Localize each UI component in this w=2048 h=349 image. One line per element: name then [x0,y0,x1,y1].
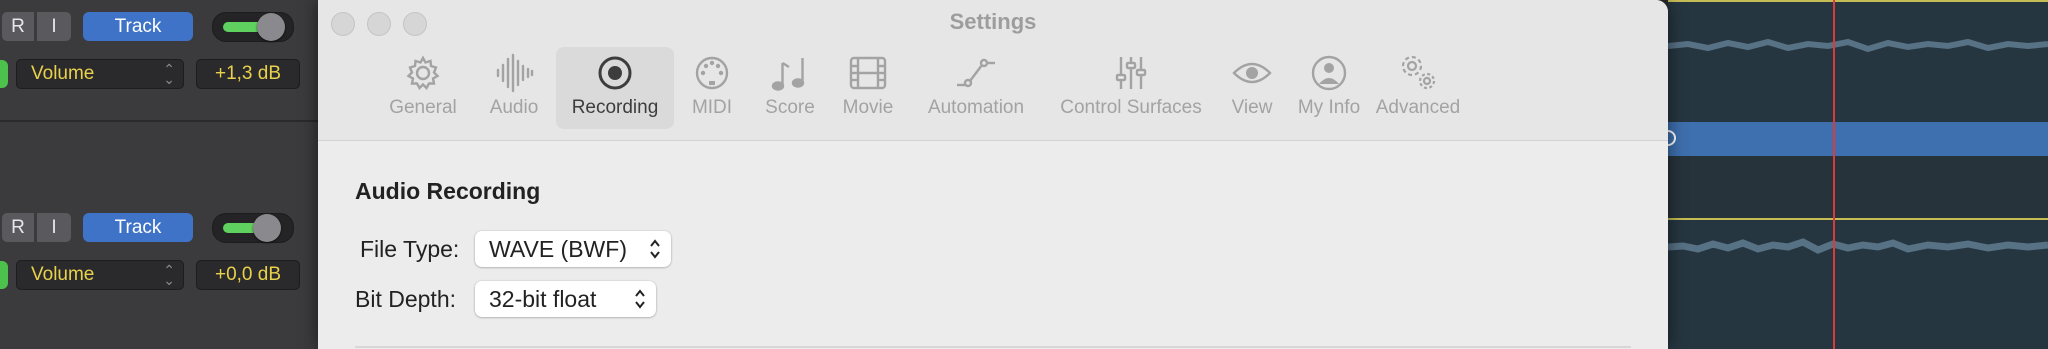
track-automation-button[interactable]: Track [83,12,193,41]
score-icon [771,58,805,91]
fader-knob[interactable] [257,13,285,41]
input-monitor-button[interactable]: I [37,213,71,242]
tab-label: General [389,97,457,118]
chevron-up-down-icon [635,289,645,309]
tab-advanced[interactable]: Advanced [1370,47,1466,129]
track-on-indicator[interactable] [0,261,8,289]
tab-label: MIDI [691,97,733,118]
record-icon [598,56,632,90]
tab-movie[interactable]: Movie [830,47,906,129]
waveform [1668,38,2048,53]
section-title: Audio Recording [355,178,541,204]
bit-depth-label: Bit Depth: [355,286,456,312]
track-on-indicator[interactable] [0,60,8,88]
record-enable-button[interactable]: R [2,213,34,242]
audio-region-lane[interactable] [1668,0,2048,122]
tab-label: Score [765,97,815,118]
tab-general[interactable]: General [370,47,476,129]
parameter-label: Volume [31,264,95,285]
tab-label: View [1231,97,1273,118]
eye-icon [1232,62,1272,84]
record-enable-button[interactable]: R [2,12,34,41]
track-headers-panel: R I Track Volume ⌃ ⌄ +1,3 dB R I Track Vo… [0,0,320,349]
tab-label: Movie [842,97,894,118]
volume-fader[interactable] [212,213,294,243]
file-type-value: WAVE (BWF) [489,235,627,262]
tab-my-info[interactable]: My Info [1288,47,1370,129]
person-icon [1311,55,1347,91]
chevron-up-down-icon [650,239,660,259]
tab-view[interactable]: View [1216,47,1288,129]
input-monitor-button[interactable]: I [37,12,71,41]
chevron-up-down-icon: ⌃ ⌄ [163,262,175,288]
tab-audio[interactable]: Audio [476,47,552,129]
settings-toolbar: Settings General Audio Recording MIDI Sc… [318,0,1668,141]
recording-settings-pane: Audio Recording File Type: WAVE (BWF) Bi… [318,141,1668,349]
section-divider [355,346,1631,348]
tab-label: Recording [571,97,659,118]
window-title: Settings [949,9,1037,34]
parameter-label: Volume [31,63,95,84]
tab-midi[interactable]: MIDI [674,47,750,129]
track-automation-button[interactable]: Track [83,213,193,242]
tab-label: Control Surfaces [1060,97,1202,118]
file-type-select[interactable]: WAVE (BWF) [475,231,671,267]
automation-parameter-select[interactable]: Volume ⌃ ⌄ [16,260,184,290]
bit-depth-select[interactable]: 32-bit float [475,281,656,317]
automation-parameter-select[interactable]: Volume ⌃ ⌄ [16,59,184,89]
track-header: R I Track Volume ⌃ ⌄ +0,0 dB [0,122,320,349]
region-loop-icon [1668,130,1676,146]
playhead[interactable] [1833,0,1835,349]
midi-icon [695,56,729,90]
bit-depth-value: 32-bit float [489,285,597,312]
tab-score[interactable]: Score [750,47,830,129]
chevron-up-down-icon: ⌃ ⌄ [163,61,175,87]
tab-label: My Info [1297,97,1361,118]
file-type-label: File Type: [360,236,460,262]
tab-recording[interactable]: Recording [556,47,674,129]
tab-automation[interactable]: Automation [906,47,1046,129]
empty-lane[interactable] [1668,156,2048,218]
waveform-icon [496,53,534,93]
tab-label: Audio [489,97,539,118]
selected-region[interactable] [1668,122,2048,156]
fader-knob[interactable] [253,214,281,242]
automation-value-field[interactable]: +1,3 dB [196,59,300,89]
gear-icon [406,55,440,90]
audio-region-lane[interactable] [1668,218,2048,349]
tab-label: Automation [927,97,1025,118]
sliders-icon [1115,57,1147,89]
track-header: R I Track Volume ⌃ ⌄ +1,3 dB [0,0,320,120]
waveform [1668,238,2048,254]
film-icon [849,56,887,90]
tab-label: Advanced [1375,97,1461,118]
automation-value-field[interactable]: +0,0 dB [196,260,300,290]
tab-control-surfaces[interactable]: Control Surfaces [1046,47,1216,129]
tracks-timeline[interactable] [1668,0,2048,349]
settings-window: Settings General Audio Recording MIDI Sc… [318,0,1668,349]
gears-icon [1401,55,1436,90]
volume-fader[interactable] [212,12,294,42]
automation-icon [957,58,995,88]
